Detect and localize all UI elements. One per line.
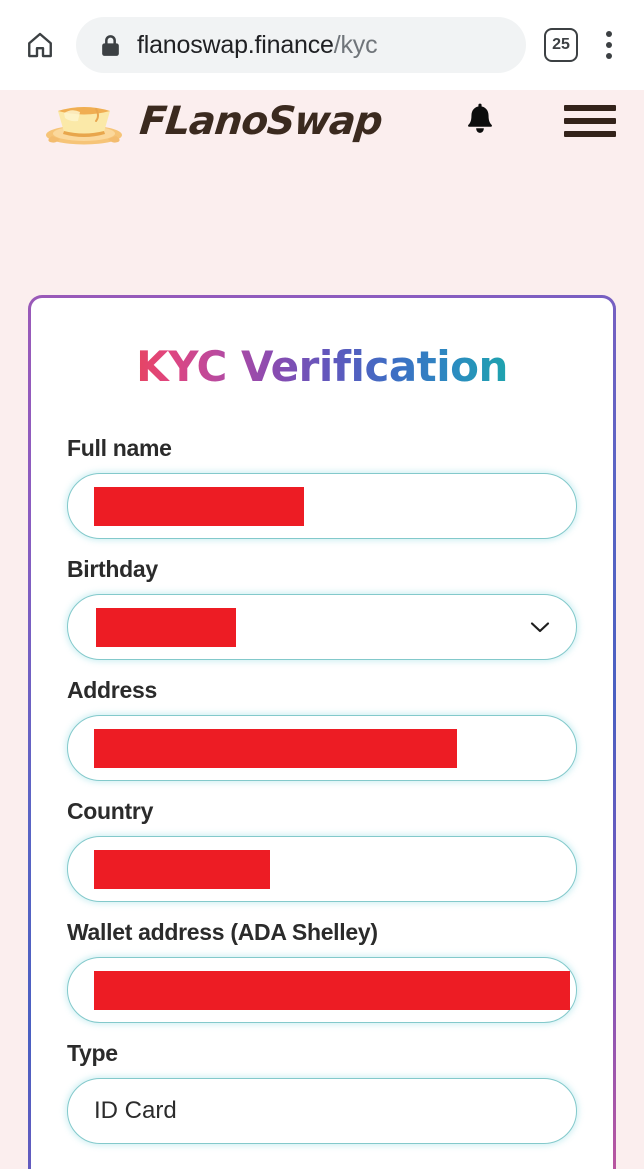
kyc-card: KYC Verification Full name Birthday Addr… — [28, 295, 616, 1169]
redaction-bar — [94, 728, 457, 768]
field-birthday: Birthday — [67, 556, 577, 660]
field-full-name: Full name — [67, 435, 577, 539]
browser-toolbar: flanoswap.finance/kyc 25 — [0, 0, 644, 90]
redaction-bar — [94, 849, 270, 889]
field-label-type: Type — [67, 1040, 118, 1066]
tab-counter-button[interactable]: 25 — [544, 28, 578, 62]
notifications-button[interactable] — [458, 99, 502, 143]
browser-menu-button[interactable] — [592, 23, 626, 67]
kebab-dot-icon — [606, 42, 612, 48]
field-label-wallet-address: Wallet address (ADA Shelley) — [67, 919, 378, 945]
kebab-dot-icon — [606, 31, 612, 37]
site-header: FLanoSwap — [0, 90, 644, 152]
field-label-address: Address — [67, 677, 157, 703]
redaction-bar — [94, 970, 570, 1010]
kyc-card-body: KYC Verification Full name Birthday Addr… — [31, 298, 613, 1169]
select-type-value: ID Card — [94, 1097, 177, 1124]
flan-pudding-logo-icon — [46, 107, 122, 145]
redaction-bar — [94, 486, 304, 526]
field-type: Type ID Card — [67, 1040, 577, 1144]
chevron-down-icon — [530, 617, 550, 637]
redaction-bar — [96, 607, 236, 647]
field-label-full-name: Full name — [67, 435, 172, 461]
hamburger-bar-icon — [564, 105, 616, 111]
input-address[interactable] — [67, 715, 577, 781]
field-label-country: Country — [67, 798, 154, 824]
hamburger-bar-icon — [564, 118, 616, 124]
brand-name: FLanoSwap — [137, 98, 385, 144]
field-country: Country — [67, 798, 577, 902]
url-text: flanoswap.finance/kyc — [137, 31, 377, 60]
input-wallet-address[interactable] — [67, 957, 577, 1023]
input-country[interactable] — [67, 836, 577, 902]
home-icon — [28, 32, 52, 58]
field-label-birthday: Birthday — [67, 556, 158, 582]
site-logo[interactable] — [30, 93, 138, 149]
field-wallet-address: Wallet address (ADA Shelley) — [67, 919, 577, 1023]
home-button[interactable] — [18, 23, 62, 67]
url-path: /kyc — [333, 30, 378, 59]
page-title: KYC Verification — [67, 342, 577, 391]
hamburger-bar-icon — [564, 131, 616, 137]
select-type[interactable]: ID Card — [67, 1078, 577, 1144]
bell-icon — [467, 103, 492, 133]
select-birthday[interactable] — [67, 594, 577, 660]
lock-icon — [100, 33, 121, 58]
address-bar[interactable]: flanoswap.finance/kyc — [76, 17, 526, 73]
url-domain: flanoswap.finance — [137, 30, 334, 59]
input-full-name[interactable] — [67, 473, 577, 539]
field-address: Address — [67, 677, 577, 781]
mobile-menu-button[interactable] — [564, 99, 616, 143]
page-viewport: FLanoSwap KYC Verification Full name Bir… — [0, 90, 644, 1169]
kebab-dot-icon — [606, 53, 612, 59]
